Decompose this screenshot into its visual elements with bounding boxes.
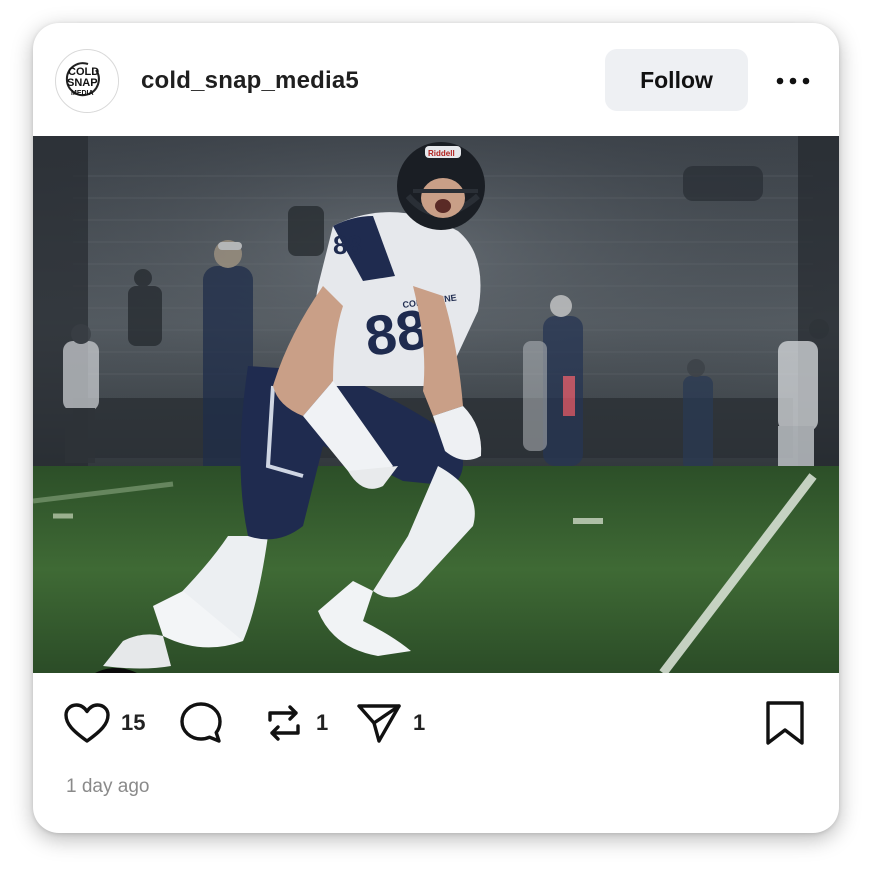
- follow-button[interactable]: Follow: [605, 49, 748, 111]
- author-avatar[interactable]: COLD SNAP MEDIA: [55, 49, 119, 113]
- share-button[interactable]: 1: [355, 701, 425, 745]
- bookmark-icon: [766, 701, 804, 745]
- helmet-brand-text: Riddell: [428, 149, 455, 158]
- bookmark-button[interactable]: [765, 701, 805, 745]
- post-timestamp: 1 day ago: [66, 776, 150, 797]
- like-button[interactable]: 15: [63, 701, 145, 745]
- post-photo[interactable]: 88 88 COLUMBINE Riddell: [33, 136, 839, 673]
- avatar-text-line-2: SNAP: [67, 77, 98, 89]
- send-paper-plane-icon: [357, 704, 401, 743]
- post-card: COLD SNAP MEDIA cold_snap_media5 Follow: [33, 23, 839, 833]
- author-username[interactable]: cold_snap_media5: [141, 67, 359, 95]
- repost-count: 1: [316, 710, 329, 735]
- post-actions-bar: 15 1 1 1 day ago: [33, 673, 839, 833]
- repost-icon: [268, 705, 300, 741]
- cold-snap-logo-icon: COLD SNAP MEDIA: [58, 52, 118, 112]
- ellipsis-horizontal-icon: [776, 77, 810, 85]
- comment-button[interactable]: [178, 701, 234, 745]
- share-count: 1: [413, 710, 426, 735]
- repost-button[interactable]: 1: [262, 701, 328, 745]
- heart-icon: [64, 703, 110, 743]
- comment-bubble-icon: [180, 702, 222, 743]
- football-player-photo: 88 88 COLUMBINE Riddell: [33, 136, 839, 673]
- like-count: 15: [121, 710, 146, 735]
- jersey-sleeve-number: 88: [333, 230, 362, 260]
- post-header: COLD SNAP MEDIA cold_snap_media5 Follow: [33, 23, 839, 136]
- avatar-text-line-3: MEDIA: [71, 90, 94, 97]
- more-options-button[interactable]: [771, 59, 815, 103]
